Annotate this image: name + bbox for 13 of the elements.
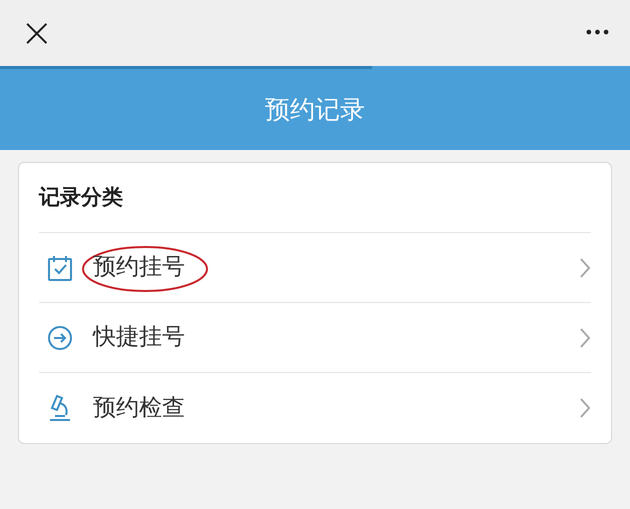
category-item[interactable]: 快捷挂号 bbox=[39, 303, 591, 373]
close-button[interactable]: × bbox=[20, 13, 54, 53]
page-title: 预约记录 bbox=[265, 94, 365, 126]
card-title: 记录分类 bbox=[39, 184, 123, 211]
category-item[interactable]: 预约检查 bbox=[39, 373, 591, 443]
arrow-circle-icon bbox=[47, 324, 73, 350]
category-item[interactable]: 预约挂号 bbox=[39, 233, 591, 303]
chevron-icon bbox=[579, 397, 591, 419]
chevron-icon bbox=[579, 326, 591, 348]
microscope-icon bbox=[47, 393, 73, 423]
calendar-icon bbox=[47, 254, 73, 282]
chevron-icon bbox=[579, 256, 591, 278]
more-button[interactable]: ••• bbox=[584, 21, 610, 45]
